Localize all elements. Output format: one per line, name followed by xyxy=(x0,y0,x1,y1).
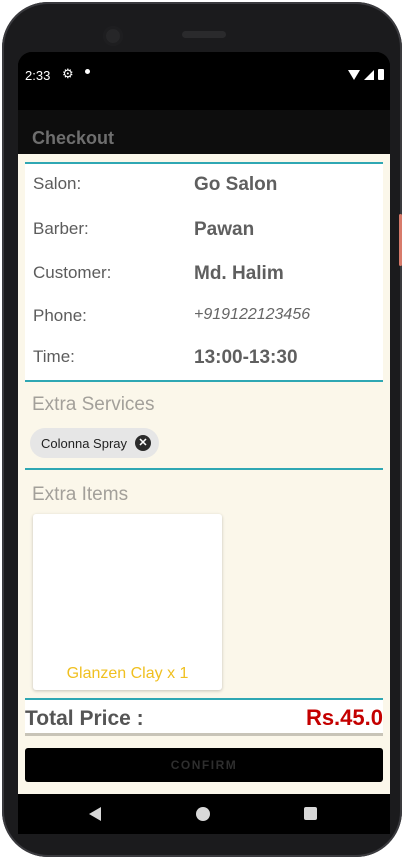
earpiece-speaker xyxy=(182,31,226,38)
back-icon[interactable] xyxy=(89,807,101,821)
total-price-label: Total Price : xyxy=(25,707,144,730)
system-navigation-bar xyxy=(18,794,390,834)
detail-row-time: Time: 13:00-13:30 xyxy=(25,347,383,377)
customer-value: Md. Halim xyxy=(194,263,284,284)
extra-services-title: Extra Services xyxy=(32,394,155,415)
chip-label: Colonna Spray xyxy=(41,435,127,451)
section-divider xyxy=(25,468,383,470)
wifi-icon xyxy=(348,69,360,80)
detail-row-barber: Barber: Pawan xyxy=(25,219,383,249)
total-price-bar: Total Price : Rs.45.0 xyxy=(25,698,383,736)
checkout-content: Salon: Go Salon Barber: Pawan Customer: … xyxy=(18,154,390,794)
home-icon[interactable] xyxy=(196,807,210,821)
status-time: 2:33 xyxy=(25,68,51,83)
phone-label: Phone: xyxy=(33,306,87,325)
extra-item-label: Glanzen Clay x 1 xyxy=(66,665,189,682)
detail-row-customer: Customer: Md. Halim xyxy=(25,263,383,293)
barber-label: Barber: xyxy=(33,219,89,238)
power-button xyxy=(399,214,402,266)
screen: 2:33 ⚙ Checkout Salon: Go Salon Barber: … xyxy=(18,52,390,834)
phone-frame: 2:33 ⚙ Checkout Salon: Go Salon Barber: … xyxy=(2,2,402,857)
customer-label: Customer: xyxy=(33,263,112,282)
detail-row-salon: Salon: Go Salon xyxy=(25,174,383,204)
signal-icon xyxy=(364,69,374,80)
time-value: 13:00-13:30 xyxy=(194,347,298,368)
extra-item-card[interactable]: Glanzen Clay x 1 xyxy=(33,514,222,690)
close-circle-icon[interactable]: ✕ xyxy=(135,435,151,451)
battery-icon xyxy=(378,69,384,80)
confirm-button[interactable]: CONFIRM xyxy=(25,748,383,782)
status-icons xyxy=(348,69,384,80)
service-chip[interactable]: Colonna Spray ✕ xyxy=(30,428,159,458)
page-title: Checkout xyxy=(32,128,115,148)
phone-value: +919122123456 xyxy=(194,306,311,323)
barber-value: Pawan xyxy=(194,219,255,240)
total-price-value: Rs.45.0 xyxy=(305,705,383,730)
time-label: Time: xyxy=(33,347,75,366)
notification-dot-icon xyxy=(85,69,90,74)
salon-label: Salon: xyxy=(33,174,82,193)
recents-icon[interactable] xyxy=(304,807,317,820)
salon-value: Go Salon xyxy=(194,174,278,195)
settings-gear-icon: ⚙ xyxy=(62,66,74,81)
extra-items-title: Extra Items xyxy=(32,484,129,505)
app-bar: Checkout xyxy=(18,110,390,154)
detail-row-phone: Phone: +919122123456 xyxy=(25,306,383,336)
status-bar: 2:33 ⚙ xyxy=(18,52,390,110)
booking-details-card: Salon: Go Salon Barber: Pawan Customer: … xyxy=(25,162,383,382)
front-camera xyxy=(103,26,123,46)
